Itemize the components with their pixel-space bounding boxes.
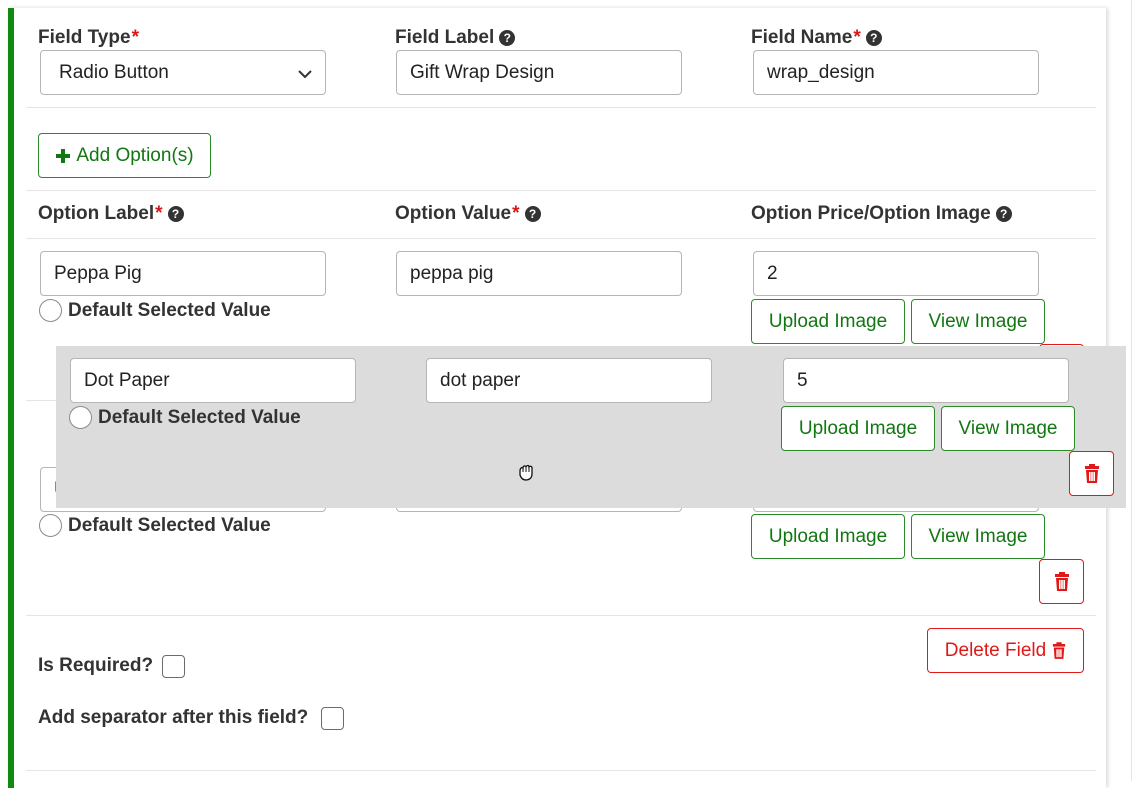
page-scrollbar[interactable] bbox=[1131, 0, 1141, 781]
question-circle-icon[interactable]: ? bbox=[865, 30, 882, 46]
field-type-label: Field Type * bbox=[38, 27, 139, 48]
view-image-button[interactable]: View Image bbox=[911, 514, 1045, 559]
option-label-input[interactable]: Peppa Pig bbox=[40, 251, 326, 296]
divider bbox=[26, 615, 1096, 616]
default-selected-label: Default Selected Value bbox=[68, 300, 271, 321]
option-value-input[interactable]: dot paper bbox=[426, 358, 712, 403]
required-asterisk: * bbox=[853, 27, 861, 48]
divider bbox=[26, 770, 1096, 771]
field-type-value: Radio Button bbox=[59, 61, 169, 83]
question-circle-icon[interactable]: ? bbox=[524, 206, 541, 222]
field-type-select[interactable]: Radio Button bbox=[40, 50, 326, 95]
upload-image-button[interactable]: Upload Image bbox=[751, 514, 905, 559]
field-label-input[interactable]: Gift Wrap Design bbox=[396, 50, 682, 95]
question-circle-icon[interactable]: ? bbox=[499, 30, 516, 46]
option-value-input[interactable]: peppa pig bbox=[396, 251, 682, 296]
default-selected-label: Default Selected Value bbox=[68, 515, 271, 536]
question-circle-icon[interactable]: ? bbox=[995, 206, 1012, 222]
trash-icon bbox=[1053, 641, 1066, 659]
chevron-down-icon bbox=[298, 70, 312, 79]
default-selected-label: Default Selected Value bbox=[98, 407, 301, 428]
field-name-input[interactable]: wrap_design bbox=[753, 50, 1039, 95]
view-image-button[interactable]: View Image bbox=[941, 406, 1075, 451]
trash-icon bbox=[1054, 571, 1069, 591]
divider bbox=[26, 238, 1096, 239]
add-options-button[interactable]: Add Option(s) bbox=[38, 133, 211, 178]
delete-option-button[interactable] bbox=[1069, 451, 1114, 496]
option-price-input[interactable]: 5 bbox=[783, 358, 1069, 403]
field-label-label: Field Label? bbox=[395, 27, 516, 49]
delete-option-button[interactable] bbox=[1039, 559, 1084, 604]
trash-icon bbox=[1084, 463, 1099, 483]
grab-hand-cursor-icon bbox=[519, 464, 533, 481]
is-required-label: Is Required? bbox=[38, 655, 154, 676]
delete-field-button[interactable]: Delete Field bbox=[927, 628, 1084, 673]
upload-image-button[interactable]: Upload Image bbox=[781, 406, 935, 451]
is-required-checkbox[interactable] bbox=[162, 655, 185, 678]
default-selected-radio[interactable] bbox=[39, 514, 62, 537]
add-separator-label: Add separator after this field? bbox=[38, 707, 309, 728]
required-asterisk: * bbox=[512, 203, 520, 224]
option-label-header: Option Label *? bbox=[38, 203, 184, 225]
plus-icon bbox=[56, 148, 71, 163]
divider bbox=[26, 190, 1096, 191]
option-price-input[interactable]: 2 bbox=[753, 251, 1039, 296]
required-asterisk: * bbox=[131, 27, 139, 48]
option-label-input[interactable]: Dot Paper bbox=[70, 358, 356, 403]
required-asterisk: * bbox=[155, 203, 163, 224]
divider bbox=[26, 107, 1096, 108]
add-separator-checkbox[interactable] bbox=[321, 707, 344, 730]
default-selected-radio[interactable] bbox=[69, 406, 92, 429]
question-circle-icon[interactable]: ? bbox=[167, 206, 184, 222]
field-name-label: Field Name *? bbox=[751, 27, 882, 49]
option-price-header: Option Price/Option Image? bbox=[751, 203, 1012, 225]
default-selected-radio[interactable] bbox=[39, 299, 62, 322]
upload-image-button[interactable]: Upload Image bbox=[751, 299, 905, 344]
view-image-button[interactable]: View Image bbox=[911, 299, 1045, 344]
option-value-header: Option Value *? bbox=[395, 203, 541, 225]
